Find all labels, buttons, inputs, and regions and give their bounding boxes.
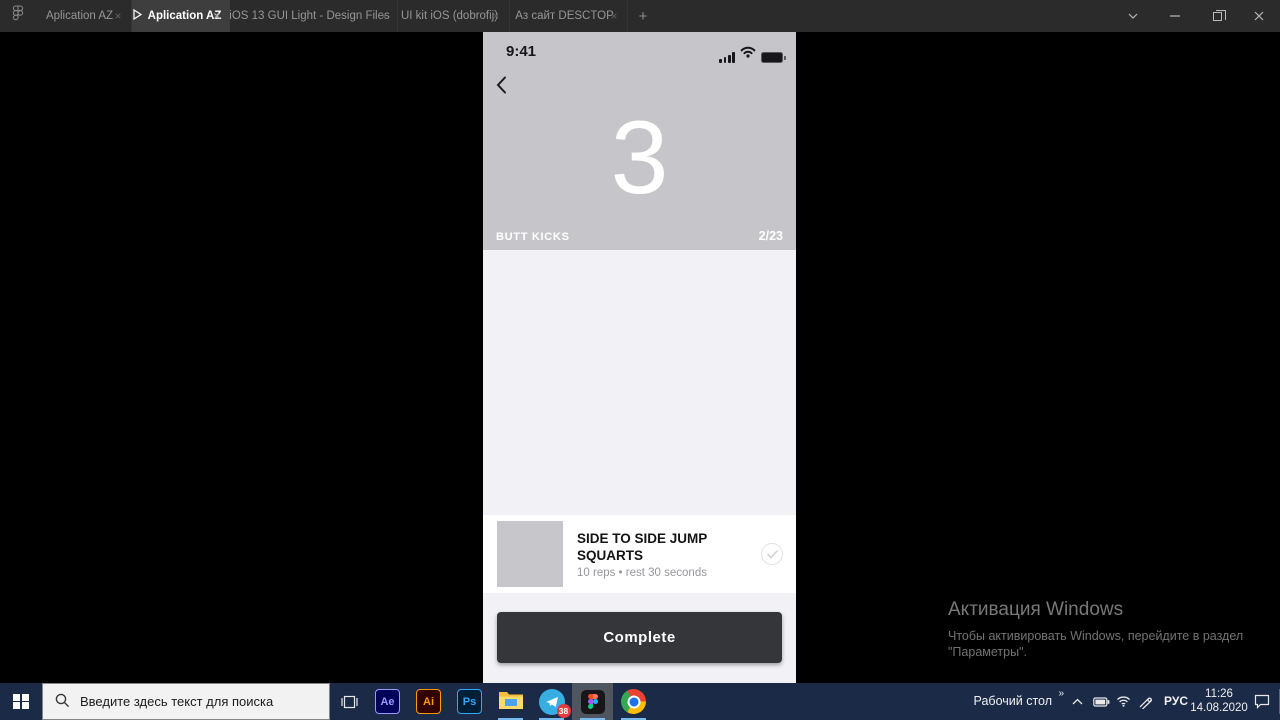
figma-desktop-window: Aplication AZ × Aplication AZ × iOS 13 G… — [0, 0, 1280, 720]
start-button[interactable] — [0, 683, 42, 720]
exercise-name: BUTT KICKS — [496, 231, 570, 243]
clock-date: 14.08.2020 — [1190, 702, 1248, 714]
desktop-toolbar-label[interactable]: Рабочий стол — [974, 694, 1052, 708]
windows-logo-icon — [13, 693, 29, 710]
chrome-icon — [621, 689, 646, 714]
taskbar-app-photoshop[interactable]: Ps — [449, 683, 490, 720]
status-icons — [719, 45, 786, 63]
tab-label: iOS 13 GUI Light - Design Files — [229, 10, 390, 22]
battery-icon — [761, 52, 786, 63]
countdown-number: 3 — [610, 100, 669, 216]
bottom-area: Complete — [483, 593, 796, 683]
countdown-section: 9:41 3 BUTT KICKS 2/23 — [483, 32, 796, 250]
tab-az-sait-desctop[interactable]: Аз сайт DESCTOP × — [510, 0, 628, 32]
tab-close-icon[interactable]: × — [489, 9, 503, 23]
taskbar-app-after-effects[interactable]: Ae — [367, 683, 408, 720]
presentation-canvas: 9:41 3 BUTT KICKS 2/23 SIDE TO SIDE JUMP… — [0, 32, 1280, 683]
after-effects-icon: Ae — [375, 689, 400, 714]
telegram-badge: 38 — [556, 703, 571, 718]
taskbar-clock[interactable]: 11:26 14.08.2020 — [1188, 687, 1250, 715]
figma-logo-icon — [12, 5, 24, 27]
taskbar-search-input[interactable]: Введите здесь текст для поиска — [42, 683, 330, 720]
file-explorer-icon — [498, 689, 524, 715]
taskbar-app-file-explorer[interactable] — [490, 683, 531, 720]
play-icon — [133, 8, 142, 23]
titlebar: Aplication AZ × Aplication AZ × iOS 13 G… — [0, 0, 1280, 32]
toolbar-overflow-icon[interactable]: » — [1058, 688, 1064, 699]
new-tab-button[interactable]: + — [628, 0, 658, 32]
tab-ui-kit-ios[interactable]: UI kit iOS (dobrofij) × — [398, 0, 510, 32]
tab-close-icon[interactable]: × — [377, 9, 391, 23]
figma-app-icon — [580, 689, 605, 714]
taskbar-app-telegram[interactable]: 38 — [531, 683, 572, 720]
restore-icon — [1212, 9, 1226, 21]
tab-aplication-az[interactable]: Aplication AZ × — [36, 0, 132, 32]
tab-close-icon[interactable]: × — [210, 9, 224, 23]
watermark-body: Чтобы активировать Windows, перейдите в … — [948, 629, 1244, 659]
exercise-title: SIDE TO SIDE JUMP SQUARTS — [577, 531, 708, 563]
task-view-button[interactable] — [332, 683, 366, 720]
complete-button[interactable]: Complete — [497, 612, 782, 663]
status-time: 9:41 — [506, 43, 537, 60]
exercise-progress: 2/23 — [758, 229, 783, 243]
taskbar-app-illustrator[interactable]: Ai — [408, 683, 449, 720]
tab-aplication-az-presentation[interactable]: Aplication AZ × — [132, 0, 230, 32]
tab-label: Аз сайт DESCTOP — [515, 10, 614, 22]
battery-tray-icon[interactable] — [1090, 683, 1112, 720]
taskbar-app-figma[interactable] — [572, 683, 613, 720]
countdown-footer: BUTT KICKS 2/23 — [496, 229, 783, 243]
figma-home-button[interactable] — [0, 0, 36, 32]
exercise-thumbnail — [497, 521, 563, 587]
next-exercise-row[interactable]: SIDE TO SIDE JUMP SQUARTS 10 reps • rest… — [483, 515, 796, 593]
ios-status-bar: 9:41 — [483, 41, 796, 63]
tab-label: Aplication AZ — [45, 10, 114, 22]
hidden-icons-chevron-icon[interactable] — [1066, 683, 1088, 720]
tab-label: UI kit iOS (dobrofij) — [400, 10, 499, 22]
tab-close-icon[interactable]: × — [111, 9, 125, 23]
illustrator-icon: Ai — [416, 689, 441, 714]
tab-ios13-gui-light[interactable]: iOS 13 GUI Light - Design Files × — [229, 0, 398, 32]
wifi-tray-icon[interactable] — [1112, 683, 1134, 720]
close-window-button[interactable] — [1238, 0, 1280, 32]
photoshop-icon: Ps — [457, 689, 482, 714]
windows-taskbar: Введите здесь текст для поиска Ae Ai Ps — [0, 683, 1280, 720]
clock-time: 11:26 — [1205, 688, 1233, 700]
telegram-icon: 38 — [538, 688, 571, 718]
cellular-signal-icon — [719, 52, 735, 63]
wifi-icon — [740, 45, 756, 63]
exercise-text: SIDE TO SIDE JUMP SQUARTS 10 reps • rest… — [577, 530, 747, 579]
tab-close-icon[interactable]: × — [607, 9, 621, 23]
minimize-button[interactable] — [1154, 0, 1196, 32]
pen-tray-icon[interactable] — [1134, 683, 1156, 720]
action-center-icon[interactable] — [1250, 683, 1274, 720]
windows-activation-watermark: Активация Windows Чтобы активировать Win… — [948, 599, 1280, 660]
checkmark-circle-icon[interactable] — [761, 543, 783, 565]
search-icon — [55, 693, 70, 711]
watermark-title: Активация Windows — [948, 599, 1124, 620]
window-controls — [1112, 0, 1280, 32]
restore-button[interactable] — [1196, 0, 1238, 32]
language-indicator[interactable]: РУС — [1164, 694, 1188, 708]
window-menu-chevron-icon[interactable] — [1112, 0, 1154, 32]
rest-area — [483, 250, 796, 515]
exercise-details: 10 reps • rest 30 seconds — [577, 567, 707, 579]
phone-mockup: 9:41 3 BUTT KICKS 2/23 SIDE TO SIDE JUMP… — [483, 32, 796, 683]
taskbar-app-chrome[interactable] — [613, 683, 654, 720]
search-placeholder: Введите здесь текст для поиска — [80, 694, 274, 709]
